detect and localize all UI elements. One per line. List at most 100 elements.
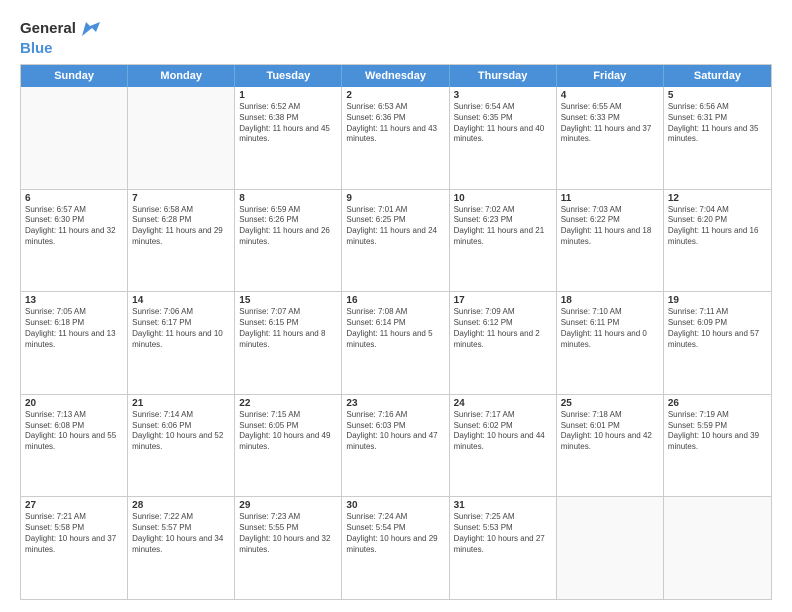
day-number: 16: [346, 295, 444, 306]
day-number: 3: [454, 90, 552, 101]
sunset-text: Sunset: 6:14 PM: [346, 318, 444, 329]
daylight-text: Daylight: 11 hours and 37 minutes.: [561, 124, 659, 146]
calendar-cell-25: 25Sunrise: 7:18 AMSunset: 6:01 PMDayligh…: [557, 395, 664, 497]
sunset-text: Sunset: 6:25 PM: [346, 215, 444, 226]
day-number: 11: [561, 193, 659, 204]
header-day-tuesday: Tuesday: [235, 65, 342, 87]
calendar-cell-18: 18Sunrise: 7:10 AMSunset: 6:11 PMDayligh…: [557, 292, 664, 394]
calendar-cell-2: 2Sunrise: 6:53 AMSunset: 6:36 PMDaylight…: [342, 87, 449, 189]
daylight-text: Daylight: 11 hours and 13 minutes.: [25, 329, 123, 351]
sunrise-text: Sunrise: 7:09 AM: [454, 307, 552, 318]
day-number: 14: [132, 295, 230, 306]
calendar-cell-28: 28Sunrise: 7:22 AMSunset: 5:57 PMDayligh…: [128, 497, 235, 599]
sunset-text: Sunset: 6:20 PM: [668, 215, 767, 226]
day-number: 22: [239, 398, 337, 409]
day-number: 29: [239, 500, 337, 511]
sunset-text: Sunset: 6:26 PM: [239, 215, 337, 226]
calendar-row-0: 1Sunrise: 6:52 AMSunset: 6:38 PMDaylight…: [21, 87, 771, 189]
daylight-text: Daylight: 11 hours and 32 minutes.: [25, 226, 123, 248]
daylight-text: Daylight: 11 hours and 5 minutes.: [346, 329, 444, 351]
sunrise-text: Sunrise: 7:19 AM: [668, 410, 767, 421]
calendar-cell-empty: [557, 497, 664, 599]
sunset-text: Sunset: 6:22 PM: [561, 215, 659, 226]
calendar-header: SundayMondayTuesdayWednesdayThursdayFrid…: [21, 65, 771, 87]
calendar-cell-empty: [21, 87, 128, 189]
sunset-text: Sunset: 6:01 PM: [561, 421, 659, 432]
sunrise-text: Sunrise: 6:56 AM: [668, 102, 767, 113]
sunrise-text: Sunrise: 7:04 AM: [668, 205, 767, 216]
header-day-thursday: Thursday: [450, 65, 557, 87]
calendar-cell-27: 27Sunrise: 7:21 AMSunset: 5:58 PMDayligh…: [21, 497, 128, 599]
day-number: 26: [668, 398, 767, 409]
daylight-text: Daylight: 10 hours and 55 minutes.: [25, 431, 123, 453]
sunrise-text: Sunrise: 7:13 AM: [25, 410, 123, 421]
calendar-cell-3: 3Sunrise: 6:54 AMSunset: 6:35 PMDaylight…: [450, 87, 557, 189]
calendar-cell-24: 24Sunrise: 7:17 AMSunset: 6:02 PMDayligh…: [450, 395, 557, 497]
daylight-text: Daylight: 10 hours and 52 minutes.: [132, 431, 230, 453]
sunrise-text: Sunrise: 6:55 AM: [561, 102, 659, 113]
day-number: 24: [454, 398, 552, 409]
day-number: 8: [239, 193, 337, 204]
sunrise-text: Sunrise: 7:22 AM: [132, 512, 230, 523]
day-number: 2: [346, 90, 444, 101]
daylight-text: Daylight: 11 hours and 21 minutes.: [454, 226, 552, 248]
sunset-text: Sunset: 6:06 PM: [132, 421, 230, 432]
daylight-text: Daylight: 10 hours and 32 minutes.: [239, 534, 337, 556]
calendar-cell-10: 10Sunrise: 7:02 AMSunset: 6:23 PMDayligh…: [450, 190, 557, 292]
daylight-text: Daylight: 11 hours and 2 minutes.: [454, 329, 552, 351]
day-number: 9: [346, 193, 444, 204]
sunrise-text: Sunrise: 7:17 AM: [454, 410, 552, 421]
sunset-text: Sunset: 5:53 PM: [454, 523, 552, 534]
logo: General Blue: [20, 18, 100, 58]
sunset-text: Sunset: 6:02 PM: [454, 421, 552, 432]
calendar-cell-8: 8Sunrise: 6:59 AMSunset: 6:26 PMDaylight…: [235, 190, 342, 292]
sunrise-text: Sunrise: 7:21 AM: [25, 512, 123, 523]
sunset-text: Sunset: 5:58 PM: [25, 523, 123, 534]
sunrise-text: Sunrise: 7:07 AM: [239, 307, 337, 318]
sunset-text: Sunset: 6:12 PM: [454, 318, 552, 329]
calendar-cell-19: 19Sunrise: 7:11 AMSunset: 6:09 PMDayligh…: [664, 292, 771, 394]
daylight-text: Daylight: 10 hours and 39 minutes.: [668, 431, 767, 453]
calendar-cell-15: 15Sunrise: 7:07 AMSunset: 6:15 PMDayligh…: [235, 292, 342, 394]
day-number: 19: [668, 295, 767, 306]
calendar-cell-16: 16Sunrise: 7:08 AMSunset: 6:14 PMDayligh…: [342, 292, 449, 394]
page: General Blue SundayMondayTuesdayWednesda…: [0, 0, 792, 612]
calendar-cell-5: 5Sunrise: 6:56 AMSunset: 6:31 PMDaylight…: [664, 87, 771, 189]
day-number: 7: [132, 193, 230, 204]
daylight-text: Daylight: 11 hours and 16 minutes.: [668, 226, 767, 248]
daylight-text: Daylight: 11 hours and 43 minutes.: [346, 124, 444, 146]
sunset-text: Sunset: 5:54 PM: [346, 523, 444, 534]
sunset-text: Sunset: 6:33 PM: [561, 113, 659, 124]
daylight-text: Daylight: 11 hours and 8 minutes.: [239, 329, 337, 351]
header-day-wednesday: Wednesday: [342, 65, 449, 87]
calendar-cell-9: 9Sunrise: 7:01 AMSunset: 6:25 PMDaylight…: [342, 190, 449, 292]
day-number: 20: [25, 398, 123, 409]
day-number: 28: [132, 500, 230, 511]
daylight-text: Daylight: 11 hours and 18 minutes.: [561, 226, 659, 248]
calendar-cell-17: 17Sunrise: 7:09 AMSunset: 6:12 PMDayligh…: [450, 292, 557, 394]
day-number: 5: [668, 90, 767, 101]
calendar-row-2: 13Sunrise: 7:05 AMSunset: 6:18 PMDayligh…: [21, 291, 771, 394]
header-day-monday: Monday: [128, 65, 235, 87]
day-number: 27: [25, 500, 123, 511]
sunrise-text: Sunrise: 7:08 AM: [346, 307, 444, 318]
sunset-text: Sunset: 5:59 PM: [668, 421, 767, 432]
sunrise-text: Sunrise: 6:54 AM: [454, 102, 552, 113]
calendar-cell-empty: [664, 497, 771, 599]
logo-icon: [78, 18, 100, 40]
sunrise-text: Sunrise: 7:14 AM: [132, 410, 230, 421]
daylight-text: Daylight: 11 hours and 10 minutes.: [132, 329, 230, 351]
daylight-text: Daylight: 10 hours and 34 minutes.: [132, 534, 230, 556]
daylight-text: Daylight: 10 hours and 49 minutes.: [239, 431, 337, 453]
sunset-text: Sunset: 6:11 PM: [561, 318, 659, 329]
calendar-cell-23: 23Sunrise: 7:16 AMSunset: 6:03 PMDayligh…: [342, 395, 449, 497]
sunrise-text: Sunrise: 7:16 AM: [346, 410, 444, 421]
day-number: 13: [25, 295, 123, 306]
header-day-saturday: Saturday: [664, 65, 771, 87]
daylight-text: Daylight: 10 hours and 57 minutes.: [668, 329, 767, 351]
header-day-sunday: Sunday: [21, 65, 128, 87]
calendar-cell-30: 30Sunrise: 7:24 AMSunset: 5:54 PMDayligh…: [342, 497, 449, 599]
page-header: General Blue: [20, 18, 772, 58]
sunrise-text: Sunrise: 7:24 AM: [346, 512, 444, 523]
calendar-cell-29: 29Sunrise: 7:23 AMSunset: 5:55 PMDayligh…: [235, 497, 342, 599]
